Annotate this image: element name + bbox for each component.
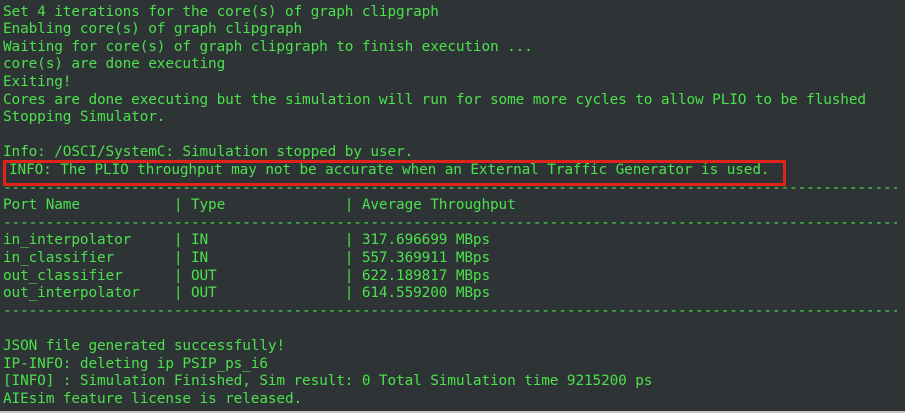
output-line: Enabling core(s) of graph clipgraph [3,21,303,38]
table-row: out_classifier | OUT | 622.189817 MBps [3,267,491,284]
output-line: IP-INFO: deleting ip PSIP_ps_i6 [3,355,268,372]
output-line: AIEsim feature license is released. [3,390,303,407]
output-line: [INFO] : Simulation Finished, Sim result… [3,373,653,390]
table-header: Port Name | Type | Average Throughput [3,197,516,214]
output-line: Cores are done executing but the simulat… [3,91,866,108]
table-row: in_classifier | IN | 557.369911 MBps [3,249,491,266]
output-line: Set 4 iterations for the core(s) of grap… [3,3,439,20]
highlight-annotation-box [3,160,786,186]
table-row: out_interpolator | OUT | 614.559200 MBps [3,285,491,302]
table-divider: ----------------------------------------… [3,214,905,231]
output-line: Exiting! [3,73,72,90]
terminal-window[interactable]: Set 4 iterations for the core(s) of grap… [0,0,905,413]
table-row: in_interpolator | IN | 317.696699 MBps [3,232,491,249]
output-line: JSON file generated successfully! [3,337,285,354]
table-divider: ----------------------------------------… [3,302,905,319]
output-line: core(s) are done executing [3,56,226,73]
output-line: Stopping Simulator. [3,109,166,126]
output-line: Waiting for core(s) of graph clipgraph t… [3,38,533,55]
terminal-scrollbar[interactable] [897,0,905,413]
